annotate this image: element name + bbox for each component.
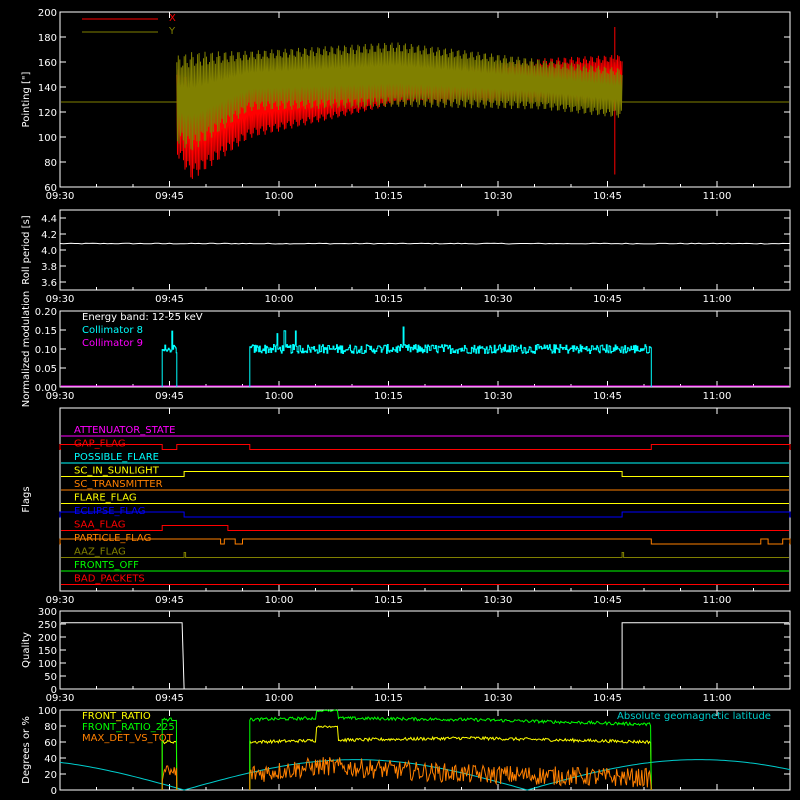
flag-label-sc_transmitter: SC_TRANSMITTER — [74, 479, 163, 490]
flags-xtick-label: 10:15 — [374, 595, 403, 606]
roll-xtick-label: 09:45 — [155, 294, 184, 305]
flags-xtick-label: 11:00 — [703, 595, 732, 606]
ratios-legend-max-det: MAX_DET_VS_TOT — [82, 733, 174, 744]
roll-ytick-label: 4.2 — [41, 230, 57, 241]
quality-ytick-label: 250 — [38, 620, 57, 631]
flag-label-bad_packets: BAD_PACKETS — [74, 574, 145, 585]
quality-ytick-label: 50 — [44, 672, 57, 683]
modulation-ytick-label: 0.10 — [35, 345, 57, 356]
quality-xtick-label: 10:45 — [593, 693, 622, 704]
flag-label-attenuator_state: ATTENUATOR_STATE — [74, 425, 175, 436]
pointing-xtick-label: 10:30 — [484, 191, 513, 202]
pointing-legend-label-X: X — [169, 13, 176, 24]
rhessi-summary-figure: 09:30 09:45 10:00 10:15 10:30 10:45 11:00 60 80 1… — [0, 0, 800, 800]
modulation-xtick-label: 09:45 — [155, 391, 184, 402]
pointing-ytick-label: 60 — [44, 183, 57, 194]
roll-xtick-label: 10:45 — [593, 294, 622, 305]
ratios-legend-front-ratio-225: FRONT_RATIO_225 — [82, 722, 175, 733]
quality-xtick-label: 10:00 — [265, 693, 294, 704]
flags-xtick-label: 09:45 — [155, 595, 184, 606]
flag-label-saa_flag: SAA_FLAG — [74, 520, 125, 531]
quality-ylabel: Quality — [21, 632, 32, 668]
flags-xtick-label: 10:00 — [265, 595, 294, 606]
flag-label-flare_flag: FLARE_FLAG — [74, 493, 137, 504]
pointing-legend-label-Y: Y — [168, 26, 176, 37]
pointing-ytick-label: 160 — [38, 58, 57, 69]
ratios-annotation-geomag: Absolute geomagnetic latitude — [617, 711, 771, 722]
quality-ytick-label: 200 — [38, 633, 57, 644]
flag-label-fronts_off: FRONTS_OFF — [74, 560, 139, 571]
modulation-annotation: Energy band: 12-25 keV — [82, 312, 203, 323]
roll-xtick-label: 10:15 — [374, 294, 403, 305]
quality-ytick-label: 0 — [51, 685, 57, 696]
quality-xtick-label: 09:45 — [155, 693, 184, 704]
modulation-ytick-label: 0.00 — [35, 383, 57, 394]
roll-ytick-label: 3.8 — [41, 262, 57, 273]
flags-xtick-label: 10:30 — [484, 595, 513, 606]
ratios-ytick-label: 60 — [44, 738, 57, 749]
modulation-ytick-label: 0.20 — [35, 307, 57, 318]
pointing-xtick-label: 10:00 — [265, 191, 294, 202]
roll-xtick-label: 11:00 — [703, 294, 732, 305]
pointing-ytick-label: 100 — [38, 133, 57, 144]
quality-ytick-label: 150 — [38, 646, 57, 657]
quality-xtick-label: 11:00 — [703, 693, 732, 704]
modulation-xtick-label: 10:00 — [265, 391, 294, 402]
pointing-ylabel: Pointing ["] — [21, 71, 32, 127]
quality-xtick-label: 10:30 — [484, 693, 513, 704]
pointing-ytick-label: 140 — [38, 83, 57, 94]
pointing-ytick-label: 120 — [38, 108, 57, 119]
quality-xtick-label: 10:15 — [374, 693, 403, 704]
modulation-legend-collimator9: Collimator 9 — [82, 338, 143, 349]
flags-ylabel: Flags — [21, 486, 32, 512]
flag-label-aaz_flag: AAZ_FLAG — [74, 547, 126, 558]
flag-label-possible_flare: POSSIBLE_FLARE — [74, 452, 159, 463]
modulation-xtick-label: 10:30 — [484, 391, 513, 402]
pointing-xtick-label: 09:45 — [155, 191, 184, 202]
roll-ytick-label: 3.6 — [41, 278, 57, 289]
pointing-ytick-label: 180 — [38, 33, 57, 44]
flag-label-sc_in_sunlight: SC_IN_SUNLIGHT — [74, 466, 160, 477]
ratios-ytick-label: 20 — [44, 770, 57, 781]
modulation-ytick-label: 0.05 — [35, 364, 57, 375]
roll-ytick-label: 4.0 — [41, 246, 57, 257]
modulation-xtick-label: 11:00 — [703, 391, 732, 402]
flags-xtick-label: 10:45 — [593, 595, 622, 606]
ratios-ylabel: Degrees or % — [21, 716, 32, 784]
ratios-ytick-label: 40 — [44, 754, 57, 765]
modulation-ytick-label: 0.15 — [35, 326, 57, 337]
pointing-ytick-label: 80 — [44, 158, 57, 169]
quality-ytick-label: 100 — [38, 659, 57, 670]
pointing-xtick-label: 10:15 — [374, 191, 403, 202]
quality-ytick-label: 300 — [38, 607, 57, 618]
ratios-ytick-label: 100 — [38, 706, 57, 717]
pointing-xtick-label: 11:00 — [703, 191, 732, 202]
roll-xtick-label: 09:30 — [46, 294, 75, 305]
modulation-xtick-label: 10:15 — [374, 391, 403, 402]
ratios-ytick-label: 80 — [44, 722, 57, 733]
roll-ylabel: Roll period [s] — [21, 215, 32, 284]
ratios-legend-front-ratio: FRONT_RATIO — [82, 711, 151, 722]
flags-xtick-label: 09:30 — [46, 595, 75, 606]
roll-xtick-label: 10:30 — [484, 294, 513, 305]
modulation-ylabel: Normalized modulation — [21, 291, 32, 408]
pointing-ytick-label: 200 — [38, 8, 57, 19]
roll-xtick-label: 10:00 — [265, 294, 294, 305]
ratios-ytick-label: 0 — [51, 786, 57, 797]
pointing-xtick-label: 10:45 — [593, 191, 622, 202]
modulation-xtick-label: 10:45 — [593, 391, 622, 402]
roll-ytick-label: 4.4 — [41, 214, 57, 225]
modulation-legend-collimator8: Collimator 8 — [82, 325, 143, 336]
